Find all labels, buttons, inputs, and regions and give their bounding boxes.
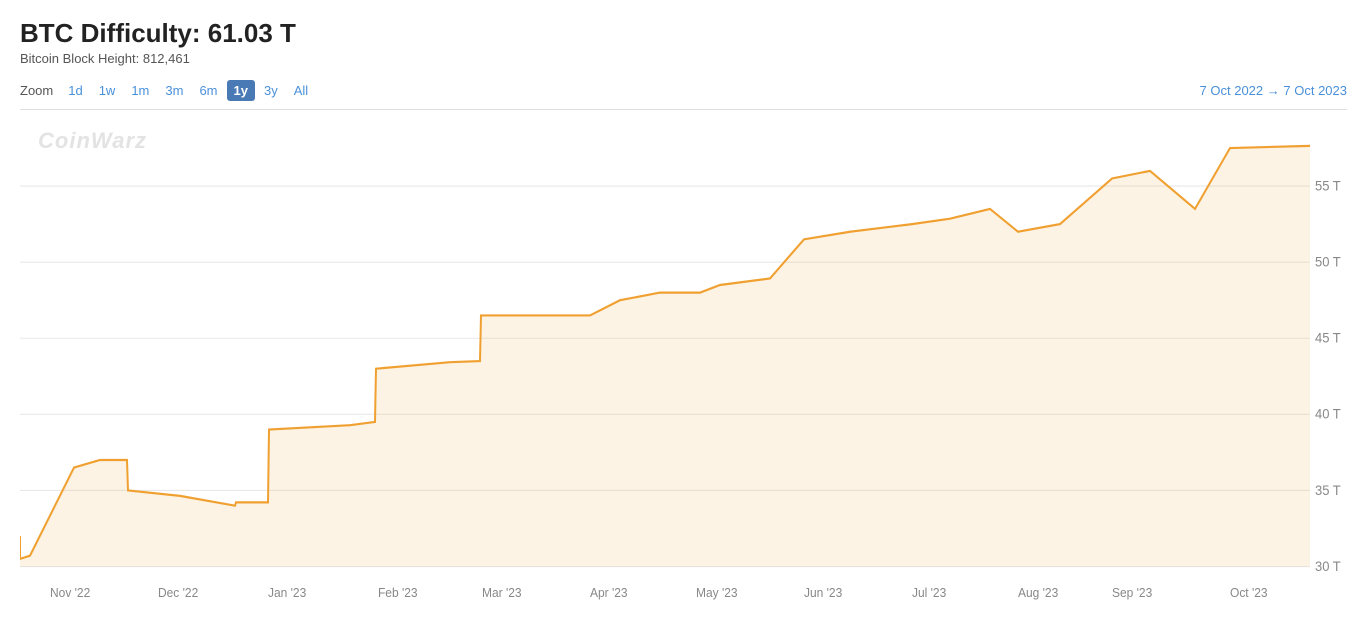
svg-text:Nov '22: Nov '22 [50, 586, 90, 601]
date-start: 7 Oct 2022 [1200, 83, 1264, 98]
page-title: BTC Difficulty: 61.03 T [20, 18, 1347, 49]
svg-text:Jan '23: Jan '23 [268, 586, 306, 601]
svg-text:May '23: May '23 [696, 586, 738, 601]
svg-text:45 T: 45 T [1315, 330, 1341, 346]
zoom-3m[interactable]: 3m [158, 80, 190, 101]
svg-text:Jun '23: Jun '23 [804, 586, 842, 601]
zoom-3y[interactable]: 3y [257, 80, 285, 101]
controls-row: Zoom 1d 1w 1m 3m 6m 1y 3y All 7 Oct 2022… [20, 80, 1347, 101]
svg-text:Oct '23: Oct '23 [1230, 586, 1268, 601]
zoom-1w[interactable]: 1w [92, 80, 123, 101]
svg-text:Feb '23: Feb '23 [378, 586, 418, 601]
zoom-group: Zoom 1d 1w 1m 3m 6m 1y 3y All [20, 80, 315, 101]
zoom-all[interactable]: All [287, 80, 315, 101]
page-container: BTC Difficulty: 61.03 T Bitcoin Block He… [0, 0, 1367, 620]
svg-text:30 T: 30 T [1315, 558, 1341, 574]
difficulty-chart: 55 T 50 T 45 T 40 T 35 T 30 T Nov '22 De… [20, 110, 1347, 610]
svg-text:Dec '22: Dec '22 [158, 586, 198, 601]
svg-text:Jul '23: Jul '23 [912, 586, 946, 601]
zoom-label: Zoom [20, 83, 53, 98]
svg-text:Mar '23: Mar '23 [482, 586, 522, 601]
svg-text:Sep '23: Sep '23 [1112, 586, 1152, 601]
svg-text:Aug '23: Aug '23 [1018, 586, 1058, 601]
date-arrow: → [1267, 83, 1284, 98]
date-range: 7 Oct 2022 → 7 Oct 2023 [1200, 83, 1347, 98]
zoom-6m[interactable]: 6m [192, 80, 224, 101]
svg-text:40 T: 40 T [1315, 406, 1341, 422]
svg-text:50 T: 50 T [1315, 254, 1341, 270]
block-height: Bitcoin Block Height: 812,461 [20, 51, 1347, 66]
chart-fill [20, 146, 1310, 567]
svg-text:Apr '23: Apr '23 [590, 586, 628, 601]
zoom-1m[interactable]: 1m [124, 80, 156, 101]
chart-wrapper: CoinWarz 55 T 50 T 45 T 40 T 35 T 30 T N… [20, 109, 1347, 610]
svg-text:35 T: 35 T [1315, 482, 1341, 498]
zoom-1y[interactable]: 1y [227, 80, 255, 101]
svg-text:55 T: 55 T [1315, 178, 1341, 194]
zoom-1d[interactable]: 1d [61, 80, 89, 101]
date-end: 7 Oct 2023 [1283, 83, 1347, 98]
